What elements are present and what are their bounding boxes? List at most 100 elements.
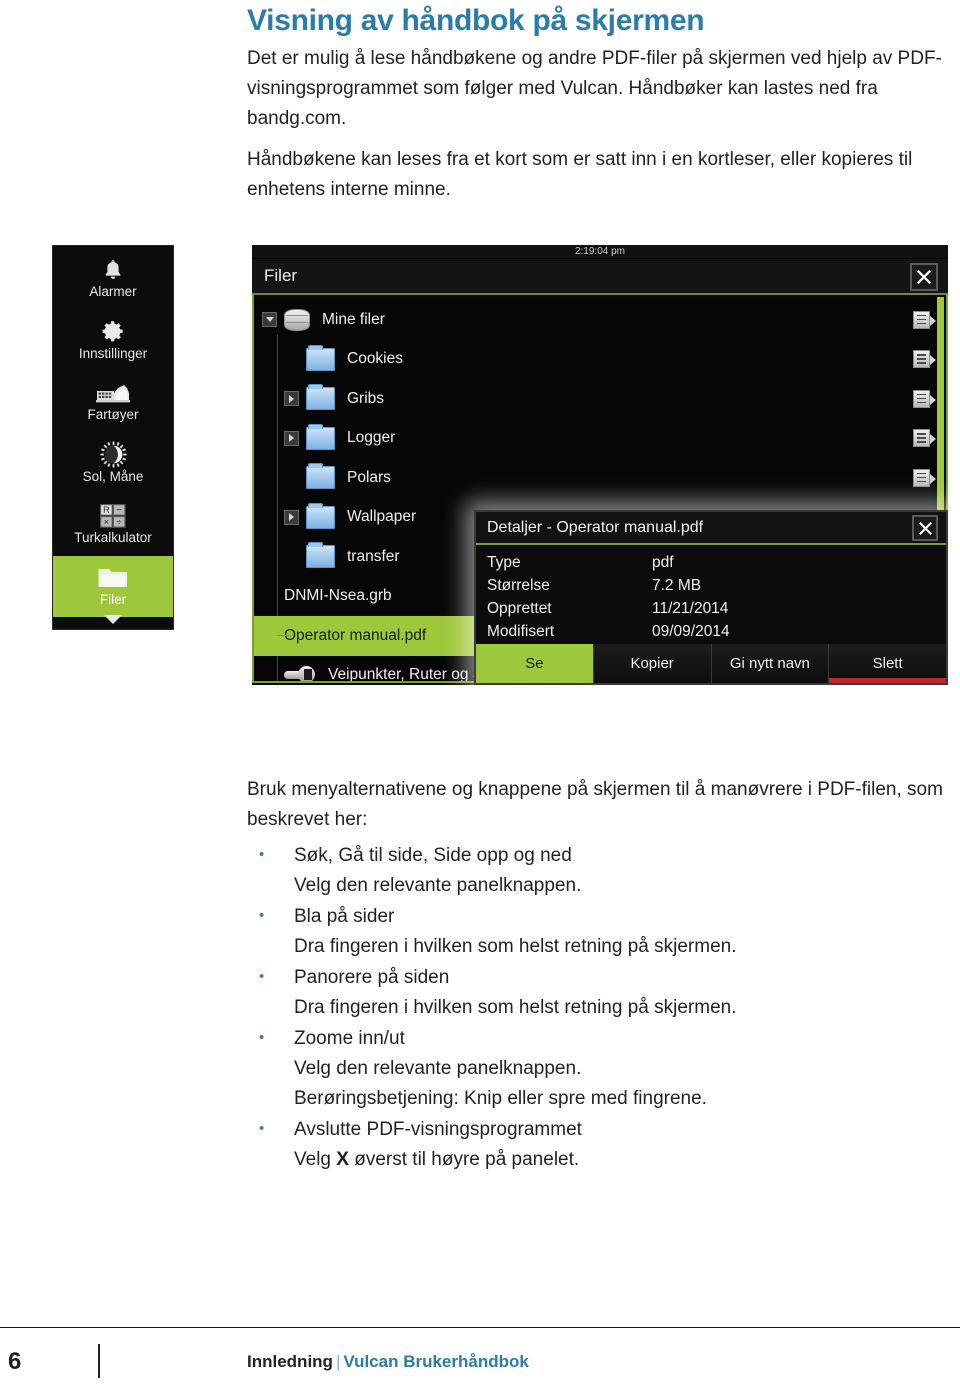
list-item: Avslutte PDF-visningsprogrammet Velg X ø… <box>247 1114 957 1175</box>
scrollbar-thumb[interactable] <box>937 297 944 527</box>
dialog-header: Detaljer - Operator manual.pdf <box>476 512 946 545</box>
detail-row: Opprettet 11/21/2014 <box>487 597 946 620</box>
bullet-detail: Velg den relevante panelknappen. <box>294 875 582 896</box>
instructions-list: Søk, Gå til side, Side opp og ned Velg d… <box>247 840 957 1175</box>
svg-text:−: − <box>116 505 122 516</box>
vessel-icon <box>96 380 130 406</box>
close-icon[interactable] <box>912 515 938 541</box>
list-item: Panorere på siden Dra fingeren i hvilken… <box>247 962 957 1023</box>
waypoint-icon <box>284 666 316 681</box>
chevron-right-icon[interactable] <box>284 509 299 525</box>
instructions-section: Bruk menyalternativene og knappene på sk… <box>247 775 957 1176</box>
panel-time-bar: 2:19:04 pm <box>252 245 948 259</box>
sidebar-item-label: Innstillinger <box>78 345 148 361</box>
file-name: Veipunkter, Ruter og S <box>328 666 484 683</box>
bullet-title: Søk, Gå til side, Side opp og ned <box>294 845 572 866</box>
row-details-icon[interactable] <box>913 389 936 408</box>
bullet-title: Bla på sider <box>294 906 395 927</box>
view-button[interactable]: Se <box>476 644 593 683</box>
bullet-detail: Velg X øverst til høyre på panelet. <box>294 1149 580 1170</box>
chevron-right-icon[interactable] <box>284 430 299 446</box>
detail-row: Størrelse 7.2 MB <box>487 574 946 597</box>
bell-icon <box>101 257 125 283</box>
detail-row: Type pdf <box>487 551 946 574</box>
chevron-down-icon[interactable] <box>262 312 277 328</box>
sidebar-item-sol-mane[interactable]: Sol, Måne <box>53 433 173 495</box>
folder-icon <box>98 565 128 591</box>
detail-key: Type <box>487 553 521 571</box>
row-details-icon[interactable] <box>913 310 936 329</box>
detail-key: Opprettet <box>487 599 552 617</box>
gear-icon <box>101 319 126 345</box>
sidebar-item-label: Turkalkulator <box>74 530 152 546</box>
svg-text:R: R <box>103 505 110 516</box>
bullet-title: Panorere på siden <box>294 967 450 988</box>
footer-book-title: Vulcan Brukerhåndbok <box>343 1352 529 1371</box>
detail-value: 09/09/2014 <box>652 622 730 640</box>
footer-vertical-rule <box>98 1344 100 1378</box>
bullet-title: Avslutte PDF-visningsprogrammet <box>294 1119 582 1140</box>
sidebar-item-label: Alarmer <box>89 284 137 300</box>
dialog-buttons: Se Kopier Gi nytt navn Slett <box>476 644 946 683</box>
bullet-detail: Dra fingeren i hvilken som helst retning… <box>294 936 737 957</box>
table-row[interactable]: Polars <box>254 458 946 498</box>
footer-text: Innledning | Vulcan Brukerhåndbok <box>247 1352 529 1372</box>
bullet-detail: Velg den relevante panelknappen. <box>294 1058 582 1079</box>
bullet-detail: Berøringsbetjening: Knip eller spre med … <box>294 1088 707 1109</box>
footer-divider <box>0 1327 960 1328</box>
database-icon <box>284 308 310 331</box>
sidebar-item-alarmer[interactable]: Alarmer <box>53 248 173 310</box>
file-name: Operator manual.pdf <box>284 626 427 644</box>
detail-value: 7.2 MB <box>652 576 702 594</box>
rename-button[interactable]: Gi nytt navn <box>710 644 829 683</box>
svg-text:÷: ÷ <box>117 517 122 528</box>
row-details-icon[interactable] <box>913 350 936 369</box>
folder-icon <box>306 344 335 371</box>
sidebar-item-turkalkulator[interactable]: R − × ÷ Turkalkulator <box>53 494 173 556</box>
folder-icon <box>306 463 335 490</box>
chevron-right-icon[interactable] <box>284 391 299 407</box>
panel-title: Filer <box>264 266 298 285</box>
sidebar-item-fartoyer[interactable]: Fartøyer <box>53 371 173 433</box>
row-details-icon[interactable] <box>913 468 936 487</box>
detail-value: pdf <box>652 553 674 571</box>
footer-section: Innledning <box>247 1352 333 1371</box>
file-name: DNMI-Nsea.grb <box>284 587 392 605</box>
file-name: Cookies <box>347 350 403 368</box>
list-item: Bla på sider Dra fingeren i hvilken som … <box>247 901 957 962</box>
calculator-icon: R − × ÷ <box>100 504 126 528</box>
folder-icon <box>306 542 335 569</box>
folder-icon <box>306 384 335 411</box>
page: Visning av håndbok på skjermen Det er mu… <box>0 0 960 1390</box>
table-row[interactable]: Logger <box>254 419 946 459</box>
sidebar-item-label: Fartøyer <box>87 407 139 423</box>
file-name: Polars <box>347 468 391 486</box>
sidebar-item-innstillinger[interactable]: Innstillinger <box>53 310 173 372</box>
table-row[interactable]: Cookies <box>254 340 946 380</box>
clock-label: 2:19:04 pm <box>574 246 626 257</box>
file-name: Wallpaper <box>347 508 417 526</box>
list-item: Zoome inn/ut Velg den relevante panelkna… <box>247 1023 957 1114</box>
dialog-title: Detaljer - Operator manual.pdf <box>487 518 704 536</box>
detail-row: Modifisert 09/09/2014 <box>487 620 946 643</box>
detail-key: Størrelse <box>487 576 550 594</box>
row-details-icon[interactable] <box>913 429 936 448</box>
panel-header: Filer <box>252 259 948 295</box>
copy-button[interactable]: Kopier <box>592 644 711 683</box>
files-panel: 2:19:04 pm Filer Mine filer Cookies Grib… <box>252 245 948 685</box>
device-screenshot: Alarmer Innstillinger Fartøyer Sol, Måne… <box>52 245 948 685</box>
sidebar-scroll-down-indicator[interactable] <box>53 617 173 629</box>
intro-paragraph-2: Håndbøkene kan leses fra et kort som er … <box>247 149 913 200</box>
file-name: transfer <box>347 547 400 565</box>
sun-moon-icon <box>99 441 127 468</box>
sidebar-item-filer[interactable]: Filer <box>53 555 173 617</box>
sidebar-item-label: Sol, Måne <box>82 468 144 484</box>
delete-button[interactable]: Slett <box>828 644 946 683</box>
footer-separator: | <box>335 1352 341 1371</box>
table-row[interactable]: Gribs <box>254 379 946 419</box>
file-name: Logger <box>347 429 396 447</box>
close-icon[interactable] <box>910 263 938 291</box>
table-row[interactable]: Mine filer <box>254 300 946 340</box>
detail-value: 11/21/2014 <box>652 599 729 617</box>
page-number: 6 <box>8 1348 22 1375</box>
